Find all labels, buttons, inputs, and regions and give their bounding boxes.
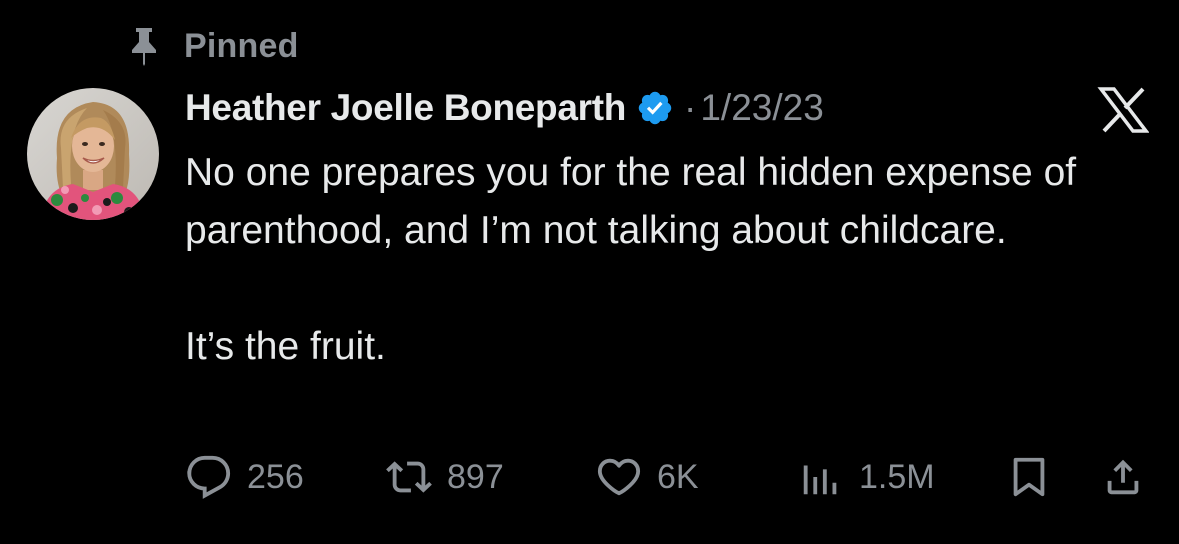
- views-button[interactable]: 1.5M: [797, 452, 935, 502]
- x-logo-icon: [1097, 86, 1150, 134]
- verified-badge-icon[interactable]: [636, 88, 676, 128]
- reply-count: 256: [247, 457, 304, 496]
- tweet-text: No one prepares you for the real hidden …: [185, 144, 1085, 376]
- views-count: 1.5M: [859, 457, 935, 496]
- separator-dot: ·: [684, 87, 697, 128]
- retweet-icon: [385, 453, 433, 501]
- views-chart-icon: [797, 453, 845, 501]
- share-button[interactable]: [1099, 452, 1147, 502]
- like-button[interactable]: 6K: [595, 452, 699, 502]
- tweet-paragraph: No one prepares you for the real hidden …: [185, 151, 1077, 252]
- tweet-paragraph: It’s the fruit.: [185, 325, 386, 368]
- timestamp[interactable]: 1/23/23: [700, 87, 823, 129]
- pinned-label: Pinned: [184, 26, 299, 65]
- tweet-header: Heather Joelle Boneparth · 1/23/23: [185, 84, 824, 132]
- pin-icon: [124, 26, 164, 66]
- heart-icon: [595, 453, 643, 501]
- reply-button[interactable]: 256: [185, 452, 304, 502]
- reply-icon: [185, 453, 233, 501]
- like-count: 6K: [657, 457, 699, 496]
- retweet-button[interactable]: 897: [385, 452, 504, 502]
- pinned-indicator: Pinned: [124, 26, 299, 66]
- share-icon: [1099, 453, 1147, 501]
- retweet-count: 897: [447, 457, 504, 496]
- action-bar: 256 897 6K 1.5M: [185, 452, 1145, 502]
- bookmark-icon: [1005, 453, 1053, 501]
- avatar[interactable]: [27, 88, 159, 220]
- bookmark-button[interactable]: [1005, 452, 1053, 502]
- author-name[interactable]: Heather Joelle Boneparth: [185, 87, 626, 129]
- tweet-card[interactable]: Pinned Heather Joelle Boneparth · 1/23/2…: [0, 0, 1179, 544]
